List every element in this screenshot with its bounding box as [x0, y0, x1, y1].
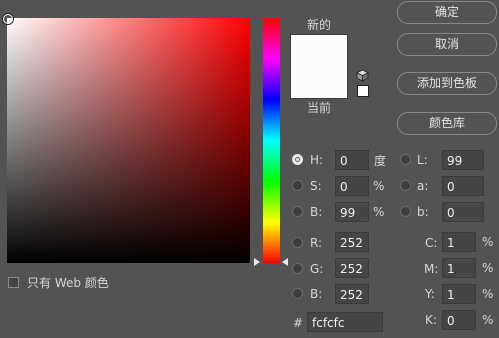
yellow-input[interactable]: 1	[442, 284, 476, 304]
cyan-unit: %	[482, 235, 494, 249]
red-input[interactable]: 252	[335, 232, 369, 252]
blue-input[interactable]: 252	[335, 284, 369, 304]
lab-b-input[interactable]: 0	[442, 202, 484, 222]
add-to-swatches-button[interactable]: 添加到色板	[397, 72, 497, 95]
yellow-label: Y:	[425, 287, 435, 301]
radio-lab-l[interactable]	[400, 154, 411, 165]
green-input[interactable]: 252	[335, 258, 369, 278]
color-libraries-button[interactable]: 颜色库	[397, 112, 497, 135]
red-label: R:	[310, 236, 323, 250]
black-label: K:	[425, 313, 437, 327]
lab-a-input[interactable]: 0	[442, 176, 484, 196]
hue-input[interactable]: 0	[335, 150, 369, 170]
hex-label: #	[293, 316, 304, 330]
black-input[interactable]: 0	[442, 310, 476, 330]
hue-unit: 度	[374, 154, 387, 168]
lab-b-label: b:	[417, 205, 429, 219]
radio-blue[interactable]	[292, 288, 303, 299]
hex-input[interactable]: fcfcfc	[307, 312, 383, 332]
saturation-label: S:	[310, 179, 322, 193]
hue-label: H:	[310, 153, 324, 167]
current-color-label: 当前	[307, 101, 332, 115]
green-label: G:	[310, 262, 324, 276]
saturation-input[interactable]: 0	[335, 176, 369, 196]
web-colors-only-checkbox[interactable]	[8, 277, 19, 288]
field-picker-marker[interactable]	[3, 14, 13, 24]
web-colors-only-label: 只有 Web 颜色	[27, 276, 109, 290]
saturation-unit: %	[373, 179, 385, 193]
lab-l-label: L:	[417, 153, 428, 167]
magenta-unit: %	[482, 261, 494, 275]
lab-a-label: a:	[417, 179, 429, 193]
magenta-input[interactable]: 1	[442, 258, 476, 278]
radio-brightness[interactable]	[292, 206, 303, 217]
current-color-swatch[interactable]	[291, 66, 347, 98]
saturation-brightness-field[interactable]	[7, 18, 250, 263]
radio-saturation[interactable]	[292, 180, 303, 191]
brightness-input[interactable]: 99	[335, 202, 369, 222]
radio-lab-b[interactable]	[400, 206, 411, 217]
radio-hue[interactable]	[292, 154, 303, 165]
hue-pointer-right-icon[interactable]	[282, 258, 288, 266]
black-unit: %	[482, 313, 494, 327]
radio-lab-a[interactable]	[400, 180, 411, 191]
magenta-label: M:	[424, 262, 439, 276]
cube-icon[interactable]	[356, 69, 369, 85]
hue-pointer-left-icon[interactable]	[254, 258, 260, 266]
blue-label: B:	[310, 287, 323, 301]
cyan-input[interactable]: 1	[442, 232, 476, 252]
radio-green[interactable]	[292, 263, 303, 274]
web-safe-color-swatch[interactable]	[357, 85, 369, 97]
new-color-swatch	[291, 35, 347, 66]
new-color-label: 新的	[307, 18, 332, 32]
brightness-label: B:	[310, 205, 323, 219]
brightness-unit: %	[373, 205, 385, 219]
ok-button[interactable]: 确定	[397, 1, 497, 24]
cancel-button[interactable]: 取消	[397, 33, 497, 56]
radio-red[interactable]	[292, 237, 303, 248]
cyan-label: C:	[425, 236, 438, 250]
lab-l-input[interactable]: 99	[442, 150, 484, 170]
hue-slider[interactable]	[263, 18, 280, 263]
yellow-unit: %	[482, 287, 494, 301]
